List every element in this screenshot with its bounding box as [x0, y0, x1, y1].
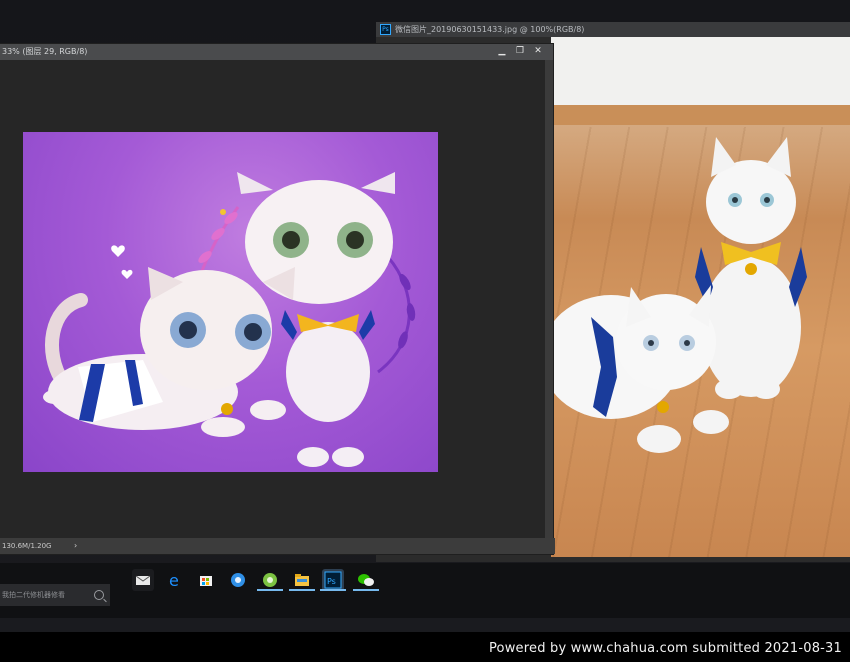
search-placeholder: 我拍二代修机器修看	[2, 591, 65, 599]
taskbar-running-indicator	[353, 589, 379, 591]
taskbar-running-indicator	[320, 589, 346, 591]
photoshop-taskbar-icon[interactable]: Ps	[322, 569, 344, 591]
photo-cats-illustration	[551, 137, 807, 453]
taskbar-running-indicator	[257, 589, 283, 591]
cat-illustration-artwork[interactable]	[23, 132, 438, 472]
taskbar-running-indicator	[289, 589, 315, 591]
artwork-drawing	[43, 172, 416, 467]
svg-text:Ps: Ps	[327, 577, 336, 586]
mail-icon[interactable]	[132, 569, 154, 591]
cats-photo	[551, 37, 850, 557]
minimize-button[interactable]: ▁	[495, 45, 509, 58]
monitor-screen: Ps 微信图片_20190630151433.jpg @ 100%(RGB/8)	[0, 0, 850, 632]
watermark-footer: Powered by www.chahua.com submitted 2021…	[0, 632, 850, 662]
document-title: 33% (图层 29, RGB/8)	[2, 47, 88, 56]
document-titlebar[interactable]: 33% (图层 29, RGB/8) ▁ ❐ ✕	[0, 44, 553, 60]
document-canvas-area[interactable]	[0, 60, 545, 538]
document-statusbar: 130.6M/1.20G ›	[0, 538, 555, 554]
restore-button[interactable]: ❐	[513, 45, 527, 58]
taskbar-search-input[interactable]: 我拍二代修机器修看	[0, 584, 110, 606]
vertical-scrollbar[interactable]	[545, 60, 553, 538]
game-app-icon[interactable]	[259, 569, 281, 591]
windows-taskbar: 我拍二代修机器修看 e Ps	[0, 563, 850, 618]
photoshop-icon: Ps	[380, 24, 391, 35]
wechat-icon[interactable]	[355, 569, 377, 591]
browser-globe-icon[interactable]	[227, 569, 249, 591]
close-button[interactable]: ✕	[531, 45, 545, 58]
photo-window-title: 微信图片_20190630151433.jpg @ 100%(RGB/8)	[395, 25, 585, 34]
doc-size-status: 130.6M/1.20G	[2, 542, 52, 550]
watermark-text: Powered by www.chahua.com submitted 2021…	[488, 641, 842, 656]
file-explorer-icon[interactable]	[291, 569, 313, 591]
photo-window-titlebar[interactable]: Ps 微信图片_20190630151433.jpg @ 100%(RGB/8)	[376, 22, 850, 37]
edge-browser-icon[interactable]: e	[164, 569, 186, 591]
window-controls: ▁ ❐ ✕	[495, 45, 545, 58]
svg-text:e: e	[169, 571, 179, 590]
store-icon[interactable]	[195, 569, 217, 591]
status-menu-arrow-icon[interactable]: ›	[74, 538, 77, 554]
search-icon	[94, 590, 104, 600]
photoshop-document-window[interactable]: 33% (图层 29, RGB/8) ▁ ❐ ✕ 130.6M/1.20G ›	[0, 44, 555, 554]
